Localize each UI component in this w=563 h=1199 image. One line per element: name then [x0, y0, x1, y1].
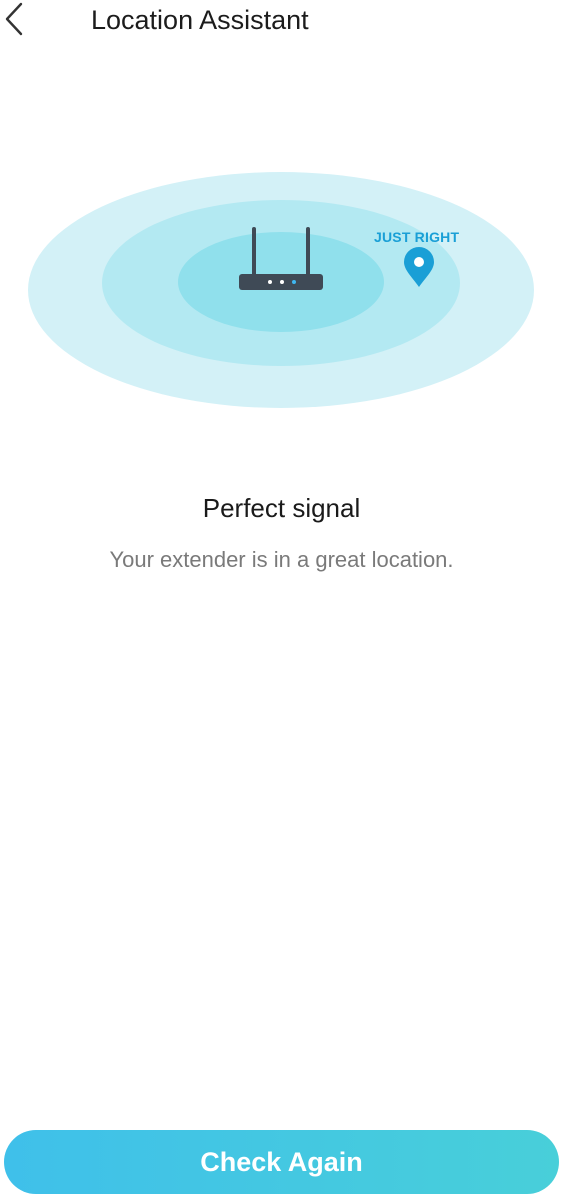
header: Location Assistant — [0, 0, 563, 48]
back-button[interactable] — [0, 0, 40, 40]
page-title: Location Assistant — [91, 5, 309, 35]
location-label: JUST RIGHT — [374, 229, 460, 245]
status-description: Your extender is in a great location. — [109, 547, 454, 572]
check-again-button[interactable]: Check Again — [4, 1130, 559, 1194]
status-title: Perfect signal — [202, 493, 361, 523]
signal-illustration — [0, 160, 563, 420]
chevron-left-icon — [5, 2, 23, 36]
